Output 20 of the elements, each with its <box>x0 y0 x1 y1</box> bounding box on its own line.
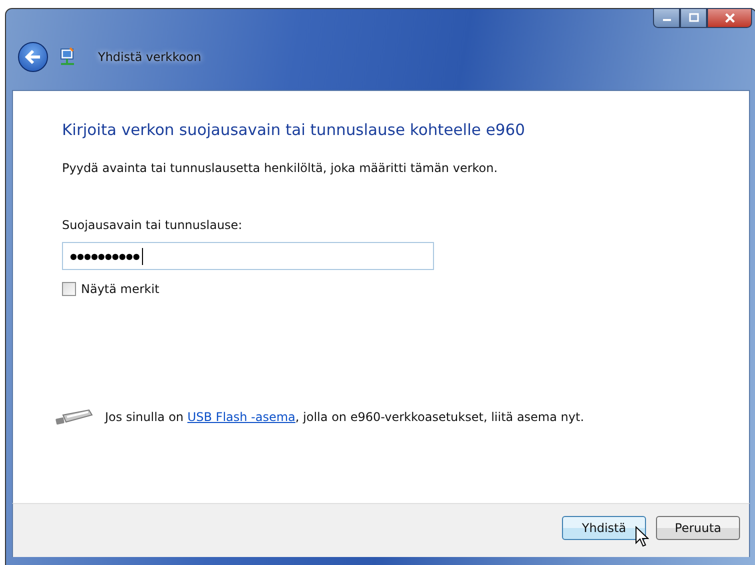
passphrase-field[interactable]: ●●●●●●●●●● <box>62 242 434 270</box>
maximize-icon <box>688 13 700 23</box>
window-title: Yhdistä verkkoon <box>98 50 202 64</box>
dialog-heading: Kirjoita verkon suojausavain tai tunnuslause kohteelle e960 <box>62 121 526 139</box>
instruction-text: Pyydä avainta tai tunnuslausetta henkilöltä, joka määritti tämän verkon. <box>62 161 499 175</box>
cursor-icon <box>635 526 649 548</box>
checkbox-label: Näytä merkit <box>81 282 160 296</box>
usb-flash-link[interactable]: USB Flash -asema <box>187 410 296 424</box>
close-icon <box>722 13 736 23</box>
usb-drive-icon <box>55 408 93 426</box>
usb-hint-text: Jos sinulla on USB Flash -asema, jolla on e960-verkkoasetukset, liitä asema nyt. <box>105 410 584 424</box>
checkbox[interactable] <box>62 282 76 296</box>
minimize-button[interactable] <box>653 8 680 28</box>
dialog-button[interactable]: Peruuta <box>656 516 740 540</box>
maximize-button[interactable] <box>680 8 707 28</box>
field-label: Suojausavain tai tunnuslause: <box>62 218 244 232</box>
dialog-button[interactable]: Yhdistä <box>562 516 646 540</box>
close-button[interactable] <box>707 8 752 28</box>
back-button[interactable] <box>18 42 48 72</box>
back-arrow-icon <box>24 48 42 64</box>
